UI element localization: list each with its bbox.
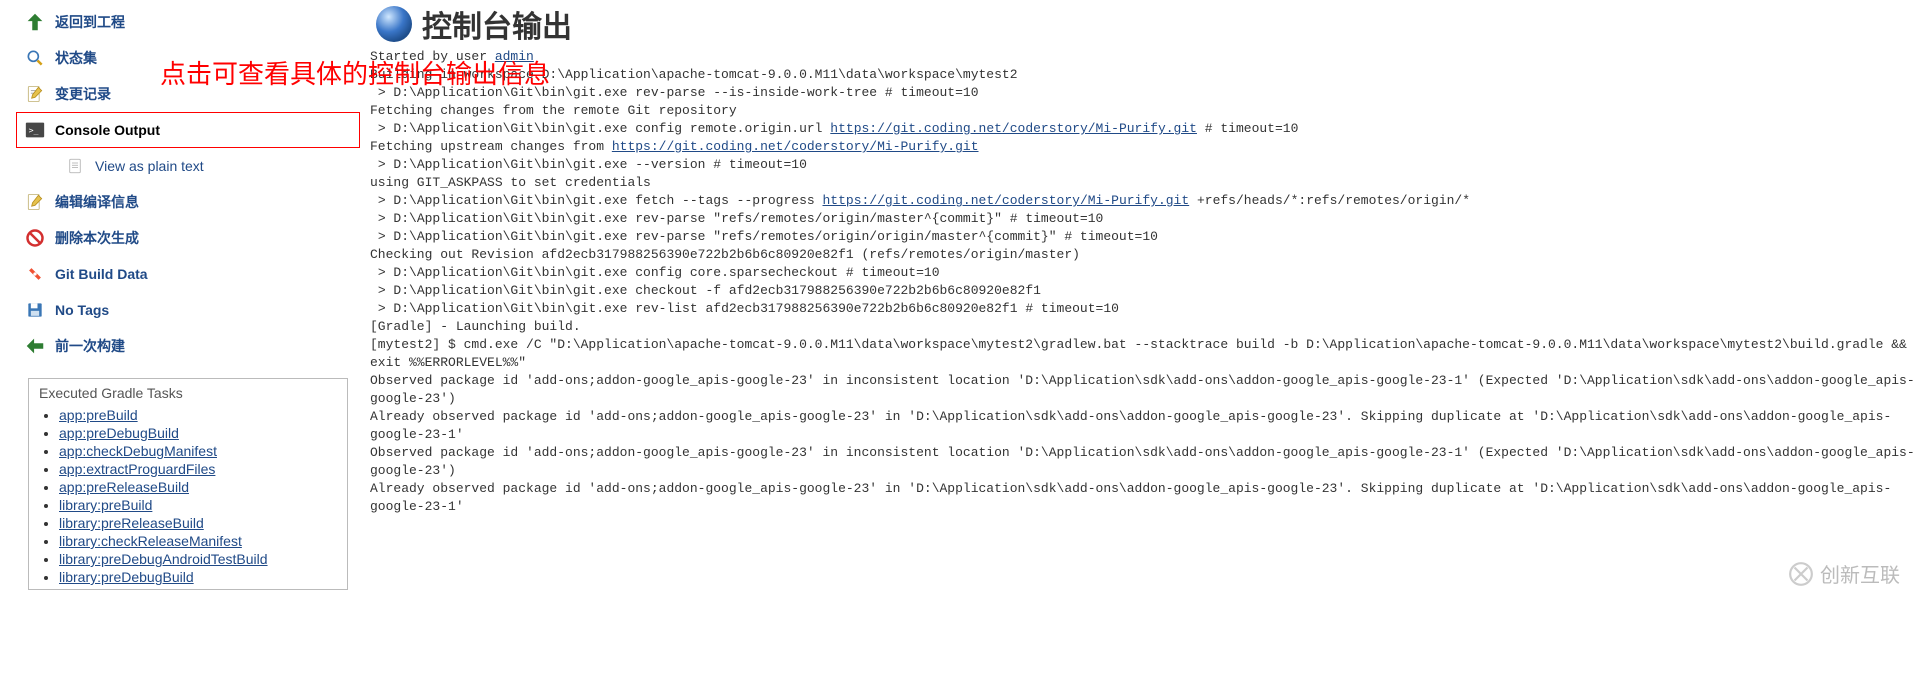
notepad-icon xyxy=(23,82,47,106)
task-item: app:checkDebugManifest xyxy=(59,443,337,459)
nav-console-output[interactable]: >_ Console Output xyxy=(16,112,360,148)
nav-status[interactable]: 状态集 xyxy=(16,40,360,76)
nav-delete-build[interactable]: 删除本次生成 xyxy=(16,220,360,256)
nav-label: 编辑编译信息 xyxy=(55,192,139,212)
nav-label: Console Output xyxy=(55,122,160,138)
git-icon xyxy=(23,262,47,286)
started-by-user-link[interactable]: admin xyxy=(495,49,534,64)
nav-label: Git Build Data xyxy=(55,266,148,282)
console-line: +refs/heads/*:refs/remotes/origin/* > D:… xyxy=(370,193,1915,514)
build-status-orb-icon xyxy=(370,0,418,48)
main-content: 控制台输出 Started by user admin Building in … xyxy=(360,0,1920,596)
nav-label: 删除本次生成 xyxy=(55,228,139,248)
git-repo-link[interactable]: https://git.coding.net/coderstory/Mi-Pur… xyxy=(612,139,979,154)
console-line: > D:\Application\Git\bin\git.exe --versi… xyxy=(370,157,823,208)
page-title: 控制台输出 xyxy=(422,2,572,46)
nav-label: No Tags xyxy=(55,302,109,318)
tasks-list: app:preBuild app:preDebugBuild app:check… xyxy=(59,407,337,585)
task-item: app:extractProguardFiles xyxy=(59,461,337,477)
started-by-text: Started by user xyxy=(370,49,495,64)
nav-edit-build-info[interactable]: 编辑编译信息 xyxy=(16,184,360,220)
nav-no-tags[interactable]: No Tags xyxy=(16,292,360,328)
nav-label: 前一次构建 xyxy=(55,336,125,356)
task-item: app:preReleaseBuild xyxy=(59,479,337,495)
task-item: library:preDebugAndroidTestBuild xyxy=(59,551,337,567)
task-item: library:checkReleaseManifest xyxy=(59,533,337,549)
arrow-left-icon xyxy=(23,334,47,358)
arrow-up-icon xyxy=(23,10,47,34)
nav-view-plain-text[interactable]: View as plain text xyxy=(16,148,360,184)
notepad-edit-icon xyxy=(23,190,47,214)
document-icon xyxy=(63,154,87,178)
executed-gradle-tasks-panel: Executed Gradle Tasks app:preBuild app:p… xyxy=(28,378,348,590)
git-repo-link[interactable]: https://git.coding.net/coderstory/Mi-Pur… xyxy=(830,121,1197,136)
no-entry-icon xyxy=(23,226,47,250)
nav-back-to-project[interactable]: 返回到工程 xyxy=(16,4,360,40)
task-item: app:preBuild xyxy=(59,407,337,423)
sidebar: 返回到工程 状态集 变更记录 >_ Console Output View as xyxy=(0,0,360,596)
tasks-panel-title: Executed Gradle Tasks xyxy=(39,385,337,401)
console-output: Started by user admin Building in worksp… xyxy=(370,48,1920,516)
magnifier-icon xyxy=(23,46,47,70)
nav-previous-build[interactable]: 前一次构建 xyxy=(16,328,360,364)
nav-label: 状态集 xyxy=(55,48,97,68)
task-item: app:preDebugBuild xyxy=(59,425,337,441)
git-repo-link[interactable]: https://git.coding.net/coderstory/Mi-Pur… xyxy=(823,193,1190,208)
task-item: library:preReleaseBuild xyxy=(59,515,337,531)
svg-text:>_: >_ xyxy=(29,125,39,135)
task-item: library:preBuild xyxy=(59,497,337,513)
nav-label: 返回到工程 xyxy=(55,12,125,32)
nav-label: 变更记录 xyxy=(55,84,111,104)
task-item: library:preDebugBuild xyxy=(59,569,337,585)
nav-label: View as plain text xyxy=(95,158,204,174)
save-icon xyxy=(23,298,47,322)
nav-git-build-data[interactable]: Git Build Data xyxy=(16,256,360,292)
nav-changes[interactable]: 变更记录 xyxy=(16,76,360,112)
terminal-icon: >_ xyxy=(23,118,47,142)
